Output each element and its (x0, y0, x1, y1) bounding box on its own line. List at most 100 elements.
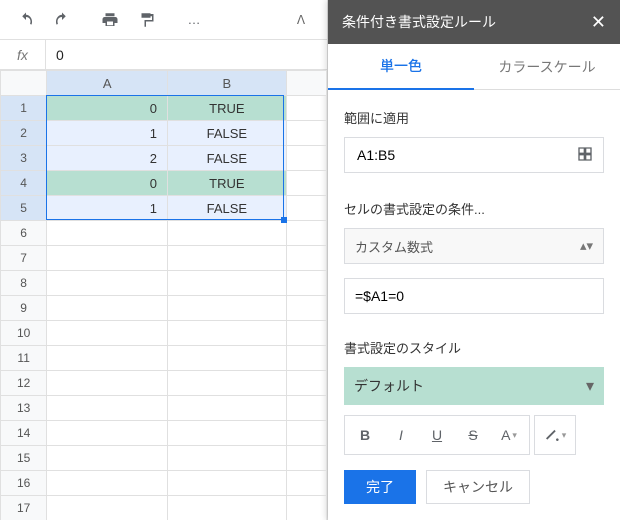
apply-range-field[interactable] (344, 137, 604, 173)
row-header[interactable]: 14 (1, 421, 47, 446)
row-header[interactable]: 17 (1, 496, 47, 520)
redo-button[interactable] (44, 2, 80, 38)
col-header-B[interactable]: B (168, 71, 287, 96)
strike-button[interactable]: S (455, 418, 491, 452)
cell[interactable] (286, 421, 326, 446)
col-header-empty[interactable] (286, 71, 326, 96)
select-range-icon[interactable] (577, 146, 593, 165)
cell[interactable] (168, 346, 287, 371)
cancel-button[interactable]: キャンセル (426, 470, 530, 504)
cell[interactable]: FALSE (168, 196, 287, 221)
cell[interactable] (168, 446, 287, 471)
collapse-toolbar-button[interactable]: ᐱ (283, 2, 319, 38)
tab-color-scale[interactable]: カラースケール (474, 44, 620, 89)
cell[interactable] (168, 396, 287, 421)
toolbar: … ᐱ (0, 0, 327, 40)
cell[interactable] (286, 121, 326, 146)
underline-button[interactable]: U (419, 418, 455, 452)
italic-button[interactable]: I (383, 418, 419, 452)
cell[interactable] (286, 196, 326, 221)
undo-button[interactable] (8, 2, 44, 38)
col-header-A[interactable]: A (47, 71, 168, 96)
print-button[interactable] (92, 2, 128, 38)
cell[interactable] (47, 446, 168, 471)
paint-bucket-icon (544, 427, 560, 443)
cell[interactable] (286, 296, 326, 321)
cell[interactable]: 0 (47, 96, 168, 121)
cell[interactable] (47, 321, 168, 346)
cell[interactable] (47, 271, 168, 296)
cell[interactable] (286, 496, 326, 520)
row-header[interactable]: 15 (1, 446, 47, 471)
row-header[interactable]: 2 (1, 121, 47, 146)
apply-range-input[interactable] (355, 146, 577, 164)
cell[interactable] (47, 296, 168, 321)
cell[interactable] (168, 321, 287, 346)
cell[interactable] (47, 371, 168, 396)
row-header[interactable]: 5 (1, 196, 47, 221)
cell[interactable] (168, 421, 287, 446)
cell[interactable] (168, 371, 287, 396)
row-header[interactable]: 6 (1, 221, 47, 246)
cell[interactable] (286, 146, 326, 171)
cell[interactable] (47, 396, 168, 421)
cell[interactable] (286, 346, 326, 371)
spreadsheet-grid[interactable]: A B 10TRUE21FALSE32FALSE40TRUE51FALSE678… (0, 70, 327, 520)
cell[interactable] (286, 371, 326, 396)
cell[interactable] (286, 321, 326, 346)
done-button[interactable]: 完了 (344, 470, 416, 504)
cell[interactable] (286, 246, 326, 271)
bold-button[interactable]: B (347, 418, 383, 452)
cell[interactable] (47, 496, 168, 520)
cell[interactable] (168, 271, 287, 296)
cell[interactable] (47, 221, 168, 246)
tab-single-color[interactable]: 単一色 (328, 44, 474, 90)
cell[interactable] (47, 421, 168, 446)
formula-value[interactable]: 0 (46, 47, 74, 63)
row-header[interactable]: 12 (1, 371, 47, 396)
cell[interactable]: TRUE (168, 171, 287, 196)
cell[interactable] (168, 471, 287, 496)
cell[interactable] (168, 246, 287, 271)
cell[interactable] (47, 246, 168, 271)
row-header[interactable]: 9 (1, 296, 47, 321)
print-icon (101, 11, 119, 29)
cell[interactable]: TRUE (168, 96, 287, 121)
cell[interactable]: 1 (47, 121, 168, 146)
fill-color-button[interactable] (537, 418, 573, 452)
cell[interactable]: FALSE (168, 121, 287, 146)
row-header[interactable]: 13 (1, 396, 47, 421)
close-icon[interactable]: ✕ (591, 12, 606, 33)
row-header[interactable]: 7 (1, 246, 47, 271)
row-header[interactable]: 16 (1, 471, 47, 496)
cell[interactable] (286, 396, 326, 421)
cell[interactable] (286, 446, 326, 471)
cell[interactable] (47, 471, 168, 496)
cell[interactable] (286, 471, 326, 496)
row-header[interactable]: 11 (1, 346, 47, 371)
cell[interactable] (47, 346, 168, 371)
custom-formula-input[interactable] (344, 278, 604, 314)
select-all-corner[interactable] (1, 71, 47, 96)
paint-format-button[interactable] (128, 2, 164, 38)
format-condition-select[interactable]: カスタム数式 ▴▾ (344, 228, 604, 264)
row-header[interactable]: 1 (1, 96, 47, 121)
cell[interactable] (286, 96, 326, 121)
cell[interactable]: FALSE (168, 146, 287, 171)
style-preset-select[interactable]: デフォルト ▾ (344, 367, 604, 405)
row-header[interactable]: 10 (1, 321, 47, 346)
cell[interactable]: 2 (47, 146, 168, 171)
row-header[interactable]: 3 (1, 146, 47, 171)
cell[interactable] (286, 271, 326, 296)
cell[interactable] (168, 496, 287, 520)
cell[interactable] (286, 171, 326, 196)
row-header[interactable]: 4 (1, 171, 47, 196)
cell[interactable] (286, 221, 326, 246)
row-header[interactable]: 8 (1, 271, 47, 296)
text-color-button[interactable]: A (491, 418, 527, 452)
cell[interactable] (168, 296, 287, 321)
cell[interactable]: 0 (47, 171, 168, 196)
cell[interactable] (168, 221, 287, 246)
cell[interactable]: 1 (47, 196, 168, 221)
more-button[interactable]: … (176, 2, 212, 38)
